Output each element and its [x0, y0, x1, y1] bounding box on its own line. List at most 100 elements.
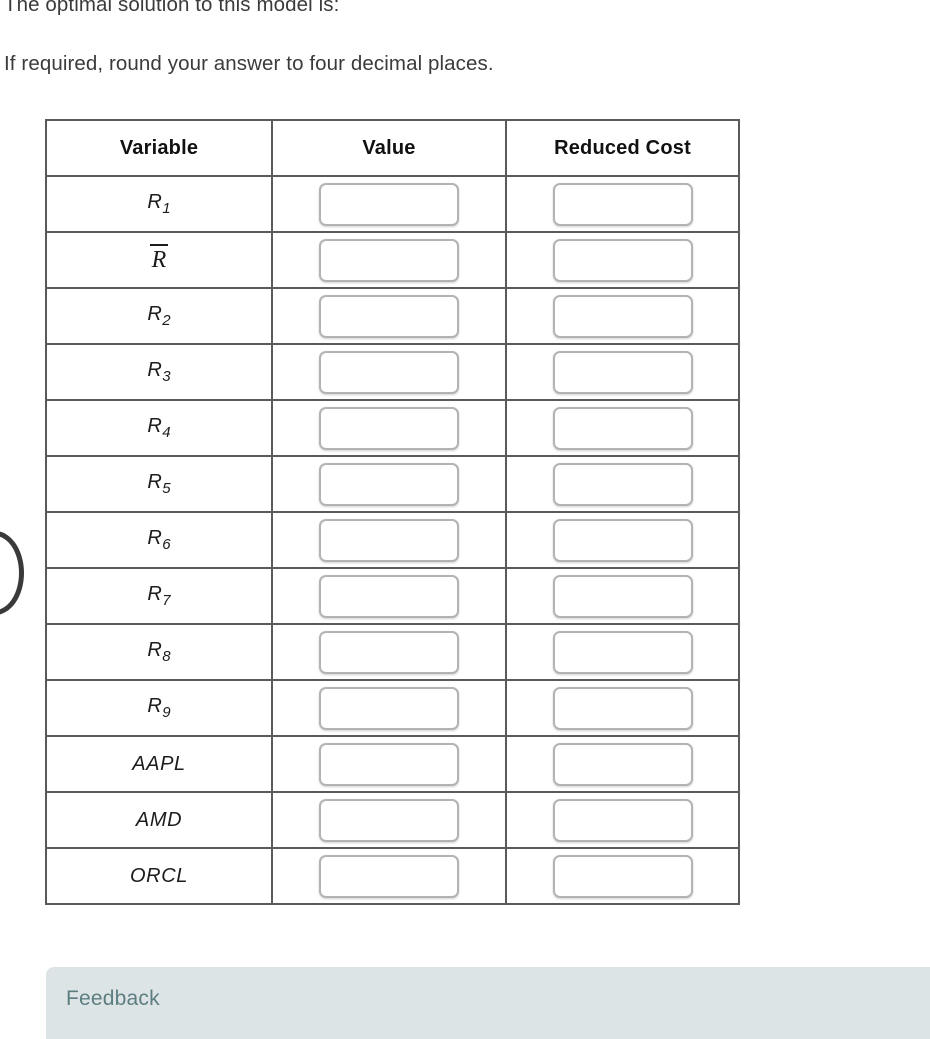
reduced-cost-input[interactable] [552, 350, 693, 394]
optimal-solution-table: Variable Value Reduced Cost R1 R R2 R3 R4 R5 R… [45, 119, 740, 905]
reduced-cost-input[interactable] [552, 462, 693, 506]
table-row: R4 [45, 399, 740, 457]
variable-subscript: 3 [162, 367, 171, 385]
cell-reduced-cost [505, 511, 740, 569]
cell-value [271, 455, 507, 513]
cell-reduced-cost [505, 847, 740, 905]
solution-table-container: Variable Value Reduced Cost R1 R R2 R3 R4 R5 R… [45, 119, 740, 905]
reduced-cost-input[interactable] [552, 798, 693, 842]
cell-variable-name: R5 [45, 455, 273, 513]
cell-value [271, 623, 507, 681]
cell-value [271, 343, 507, 401]
cell-reduced-cost [505, 679, 740, 737]
cell-value [271, 231, 507, 289]
cell-reduced-cost [505, 343, 740, 401]
cell-variable-name: R8 [45, 623, 273, 681]
value-input[interactable] [319, 798, 459, 842]
reduced-cost-input[interactable] [552, 574, 693, 618]
cell-variable-name: R7 [45, 567, 273, 625]
variable-label: R1 [147, 191, 171, 217]
reduced-cost-input[interactable] [552, 742, 693, 786]
cell-reduced-cost [505, 567, 740, 625]
cell-variable-name: AMD [45, 791, 273, 849]
variable-subscript: 1 [162, 199, 171, 217]
cell-variable-name: R3 [45, 343, 273, 401]
variable-subscript: 7 [162, 591, 171, 609]
cell-variable-name: R2 [45, 287, 273, 345]
cell-reduced-cost [505, 735, 740, 793]
value-input[interactable] [319, 406, 459, 450]
variable-label: R8 [147, 639, 171, 665]
reduced-cost-input[interactable] [552, 238, 693, 282]
cell-variable-name: R9 [45, 679, 273, 737]
table-row: AAPL [45, 735, 740, 793]
reduced-cost-input[interactable] [552, 406, 693, 450]
value-input[interactable] [319, 518, 459, 562]
reduced-cost-input[interactable] [552, 294, 693, 338]
table-row: R8 [45, 623, 740, 681]
variable-label: R2 [147, 303, 171, 329]
feedback-panel: Feedback [46, 967, 930, 1039]
reduced-cost-input[interactable] [552, 182, 693, 226]
value-input[interactable] [319, 182, 459, 226]
cell-value [271, 175, 507, 233]
cell-reduced-cost [505, 399, 740, 457]
reduced-cost-input[interactable] [552, 854, 693, 898]
value-input[interactable] [319, 350, 459, 394]
value-input[interactable] [319, 238, 459, 282]
table-row: R3 [45, 343, 740, 401]
variable-label: R4 [147, 415, 171, 441]
prompt-line-rounding-instruction: If required, round your answer to four d… [4, 52, 494, 75]
cell-value [271, 287, 507, 345]
reduced-cost-input[interactable] [552, 686, 693, 730]
cell-value [271, 511, 507, 569]
prompt-line-optimal-solution: The optimal solution to this model is: [4, 0, 340, 16]
variable-subscript: 9 [162, 703, 171, 721]
table-row: R9 [45, 679, 740, 737]
cell-value [271, 735, 507, 793]
table-header-row: Variable Value Reduced Cost [45, 119, 740, 177]
value-input[interactable] [319, 854, 459, 898]
variable-subscript: 2 [162, 311, 171, 329]
cell-reduced-cost [505, 231, 740, 289]
feedback-title: Feedback [66, 987, 160, 1010]
cell-value [271, 679, 507, 737]
value-input[interactable] [319, 686, 459, 730]
variable-label: AMD [135, 808, 183, 831]
value-input[interactable] [319, 630, 459, 674]
value-input[interactable] [319, 574, 459, 618]
cell-variable-name: R1 [45, 175, 273, 233]
table-row: R6 [45, 511, 740, 569]
variable-label: R3 [147, 359, 171, 385]
column-header-reduced-cost: Reduced Cost [505, 119, 740, 177]
table-row: R7 [45, 567, 740, 625]
cell-value [271, 847, 507, 905]
variable-label: R7 [147, 583, 171, 609]
cell-variable-name: R [45, 231, 273, 289]
table-row: R2 [45, 287, 740, 345]
cell-value [271, 567, 507, 625]
variable-label: AAPL [132, 752, 186, 775]
cell-reduced-cost [505, 455, 740, 513]
cell-variable-name: R4 [45, 399, 273, 457]
table-row: AMD [45, 791, 740, 849]
reduced-cost-input[interactable] [552, 630, 693, 674]
table-row: R1 [45, 175, 740, 233]
table-row: R [45, 231, 740, 289]
value-input[interactable] [319, 742, 459, 786]
left-margin-arc-decoration [0, 531, 24, 615]
reduced-cost-input[interactable] [552, 518, 693, 562]
cell-reduced-cost [505, 623, 740, 681]
table-body: R1 R R2 R3 R4 R5 R6 R7 R8 R9 AAPL AMD ORCL [45, 175, 740, 905]
column-header-variable: Variable [45, 119, 273, 177]
value-input[interactable] [319, 294, 459, 338]
table-header: Variable Value Reduced Cost [45, 119, 740, 177]
table-row: R5 [45, 455, 740, 513]
cell-value [271, 399, 507, 457]
cell-reduced-cost [505, 791, 740, 849]
cell-variable-name: R6 [45, 511, 273, 569]
value-input[interactable] [319, 462, 459, 506]
variable-label: R [149, 244, 169, 273]
cell-value [271, 791, 507, 849]
variable-label: R5 [147, 471, 171, 497]
